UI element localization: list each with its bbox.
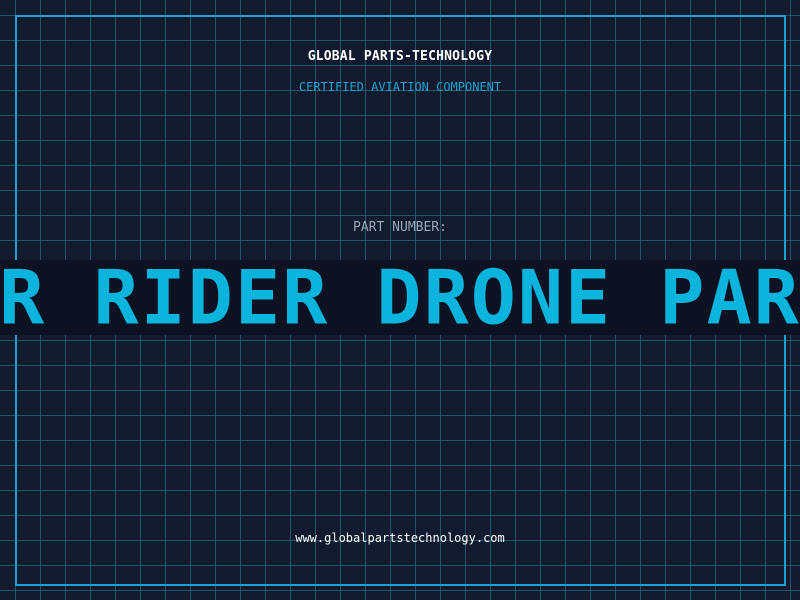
- website-url: www.globalpartstechnology.com: [295, 531, 505, 545]
- part-number-label: PART NUMBER:: [353, 220, 447, 235]
- company-name: GLOBAL PARTS-TECHNOLOGY: [307, 49, 493, 64]
- part-name: AIR RIDER DRONE PARTS: [0, 260, 800, 335]
- part-name-band: AIR RIDER DRONE PARTS: [0, 260, 800, 335]
- certificate-page: GLOBAL PARTS-TECHNOLOGY CERTIFIED AVIATI…: [0, 0, 800, 600]
- part-name-track: AIR RIDER DRONE PARTS: [0, 260, 800, 335]
- certification-subtitle: CERTIFIED AVIATION COMPONENT: [298, 80, 502, 94]
